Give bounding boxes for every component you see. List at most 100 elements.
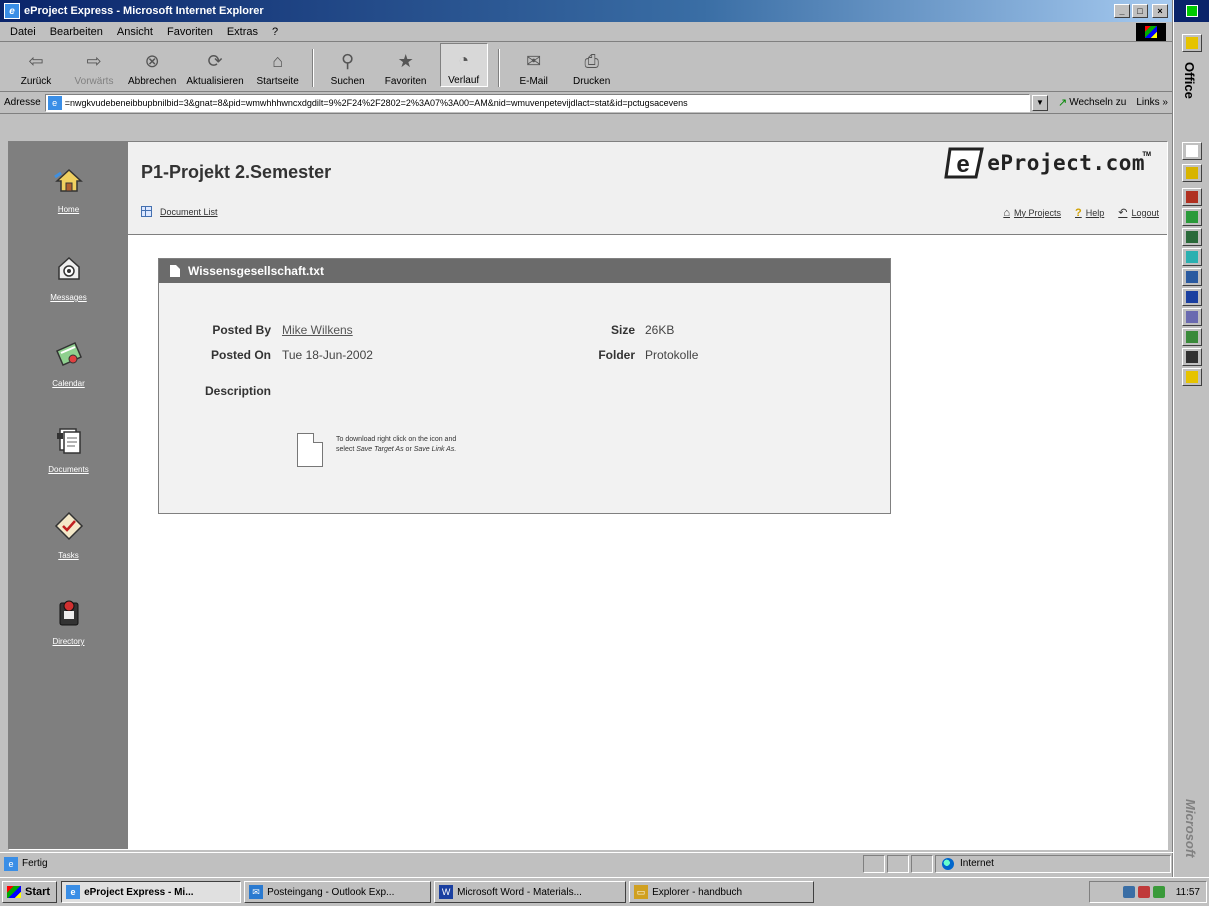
taskbar-button-outlook[interactable]: ✉ Posteingang - Outlook Exp... bbox=[244, 881, 432, 903]
office-button[interactable] bbox=[1182, 228, 1202, 246]
folder-value: Protokolle bbox=[645, 348, 699, 362]
links-button[interactable]: Links » bbox=[1136, 97, 1168, 108]
go-button[interactable]: ↗ Wechseln zu bbox=[1058, 96, 1126, 109]
home-label: Startseite bbox=[256, 76, 299, 87]
refresh-button[interactable]: ⟳ Aktualisieren bbox=[186, 43, 243, 88]
logo-e-icon: e bbox=[944, 146, 985, 180]
print-button[interactable]: ⎙ Drucken bbox=[568, 43, 616, 88]
microsoft-brand-label: Microsoft bbox=[1183, 798, 1198, 858]
clock[interactable]: 11:57 bbox=[1176, 887, 1200, 898]
my-projects-link[interactable]: ⌂ My Projects bbox=[1003, 207, 1061, 219]
posted-on-value: Tue 18-Jun-2002 bbox=[282, 348, 373, 362]
nav-label-home[interactable]: Home bbox=[58, 205, 79, 214]
nav-item-messages[interactable]: Messages bbox=[9, 252, 128, 302]
office-button[interactable] bbox=[1182, 308, 1202, 326]
minimize-button[interactable]: _ bbox=[1114, 4, 1130, 18]
page-header: P1-Projekt 2.Semester Document List e eP… bbox=[128, 142, 1167, 235]
office-app-icon bbox=[1186, 251, 1198, 263]
size-value: 26KB bbox=[645, 323, 675, 337]
history-icon: ◔ bbox=[458, 49, 470, 70]
nav-label-messages[interactable]: Messages bbox=[50, 293, 86, 302]
status-left: e Fertig bbox=[0, 856, 863, 871]
close-button[interactable]: × bbox=[1152, 4, 1168, 18]
logout-label[interactable]: Logout bbox=[1131, 208, 1159, 218]
stop-icon: ⊗ bbox=[144, 50, 160, 71]
office-button[interactable] bbox=[1182, 34, 1202, 52]
office-button[interactable] bbox=[1182, 368, 1202, 386]
logout-link[interactable]: ↶ Logout bbox=[1118, 206, 1159, 219]
office-button[interactable] bbox=[1182, 288, 1202, 306]
document-filename: Wissensgesellschaft.txt bbox=[188, 264, 324, 278]
home-icon bbox=[52, 164, 86, 196]
left-navigation: Home Messages Calendar Documents Tasks D… bbox=[9, 142, 128, 849]
volume-icon[interactable] bbox=[1152, 886, 1165, 898]
task-label: Explorer - handbuch bbox=[652, 886, 743, 898]
maximize-button[interactable]: □ bbox=[1132, 4, 1148, 18]
nav-label-calendar[interactable]: Calendar bbox=[52, 379, 84, 388]
stop-button[interactable]: ⊗ Abbrechen bbox=[128, 43, 177, 88]
download-area: To download right click on the icon and … bbox=[297, 433, 606, 467]
mail-button[interactable]: ✉ E-Mail bbox=[510, 43, 558, 88]
nav-item-tasks[interactable]: Tasks bbox=[9, 510, 128, 560]
posted-by-label: Posted By bbox=[212, 323, 271, 337]
office-button[interactable] bbox=[1182, 348, 1202, 366]
office-button[interactable] bbox=[1182, 248, 1202, 266]
office-button[interactable] bbox=[1182, 268, 1202, 286]
my-projects-label[interactable]: My Projects bbox=[1014, 208, 1061, 218]
menu-favoriten[interactable]: Favoriten bbox=[161, 26, 221, 38]
nav-item-calendar[interactable]: Calendar bbox=[9, 338, 128, 388]
nav-item-home[interactable]: Home bbox=[9, 164, 128, 214]
start-button[interactable]: Start bbox=[2, 881, 58, 903]
taskbar-button-ie[interactable]: e eProject Express - Mi... bbox=[61, 881, 242, 903]
favorites-button[interactable]: ★ Favoriten bbox=[382, 43, 430, 88]
history-button[interactable]: ◔ Verlauf bbox=[439, 43, 488, 87]
document-list-label[interactable]: Document List bbox=[160, 207, 218, 217]
posted-by-value[interactable]: Mike Wilkens bbox=[282, 323, 353, 337]
office-app-icon bbox=[1186, 167, 1198, 179]
nav-item-directory[interactable]: Directory bbox=[9, 596, 128, 646]
stop-label: Abbrechen bbox=[128, 76, 177, 87]
help-link[interactable]: ? Help bbox=[1075, 207, 1104, 219]
nav-label-documents[interactable]: Documents bbox=[48, 465, 88, 474]
antivirus-icon[interactable] bbox=[1137, 886, 1150, 898]
office-button[interactable] bbox=[1182, 328, 1202, 346]
status-cell bbox=[863, 854, 885, 873]
back-button[interactable]: ⇦ Zurück bbox=[12, 43, 60, 88]
download-hint-save-link: Save Link As. bbox=[413, 446, 457, 453]
favorites-label: Favoriten bbox=[384, 76, 427, 87]
office-button[interactable] bbox=[1182, 208, 1202, 226]
office-button[interactable] bbox=[1182, 164, 1202, 182]
forward-button[interactable]: ⇨ Vorwärts bbox=[70, 43, 118, 88]
office-button[interactable] bbox=[1182, 142, 1202, 160]
nav-label-tasks[interactable]: Tasks bbox=[58, 551, 78, 560]
page-viewport: Home Messages Calendar Documents Tasks D… bbox=[8, 141, 1168, 850]
menu-extras[interactable]: Extras bbox=[221, 26, 266, 38]
toolbar-separator bbox=[497, 49, 500, 87]
address-url[interactable]: =nwgkvudebeneibbupbnilbid=3&gnat=8&pid=w… bbox=[65, 98, 688, 108]
eproject-logo: e eProject.com TM bbox=[944, 146, 1151, 180]
window-title: eProject Express - Microsoft Internet Ex… bbox=[24, 5, 264, 17]
help-label[interactable]: Help bbox=[1086, 208, 1105, 218]
address-input[interactable]: e =nwgkvudebeneibbupbnilbid=3&gnat=8&pid… bbox=[44, 93, 1031, 112]
directory-icon bbox=[52, 596, 86, 628]
taskbar-button-word[interactable]: W Microsoft Word - Materials... bbox=[434, 881, 627, 903]
menu-datei[interactable]: Datei bbox=[4, 26, 44, 38]
menu-help[interactable]: ? bbox=[266, 26, 286, 38]
address-dropdown-button[interactable]: ▼ bbox=[1032, 94, 1049, 111]
outlook-icon: ✉ bbox=[249, 885, 264, 899]
print-icon: ⎙ bbox=[584, 50, 599, 71]
menu-bearbeiten[interactable]: Bearbeiten bbox=[44, 26, 111, 38]
office-app-icon bbox=[1186, 271, 1198, 283]
nav-item-documents[interactable]: Documents bbox=[9, 424, 128, 474]
office-app-icon bbox=[1186, 37, 1198, 49]
document-list-link[interactable]: Document List bbox=[141, 206, 218, 217]
home-button[interactable]: ⌂ Startseite bbox=[254, 43, 302, 88]
window-titlebar[interactable]: e eProject Express - Microsoft Internet … bbox=[0, 0, 1172, 22]
taskbar-button-explorer[interactable]: ▭ Explorer - handbuch bbox=[629, 881, 815, 903]
search-button[interactable]: ⚲ Suchen bbox=[324, 43, 372, 88]
office-button[interactable] bbox=[1182, 188, 1202, 206]
download-file-icon[interactable] bbox=[297, 433, 323, 467]
nav-label-directory[interactable]: Directory bbox=[52, 637, 84, 646]
network-icon[interactable] bbox=[1122, 886, 1135, 898]
menu-ansicht[interactable]: Ansicht bbox=[111, 26, 161, 38]
